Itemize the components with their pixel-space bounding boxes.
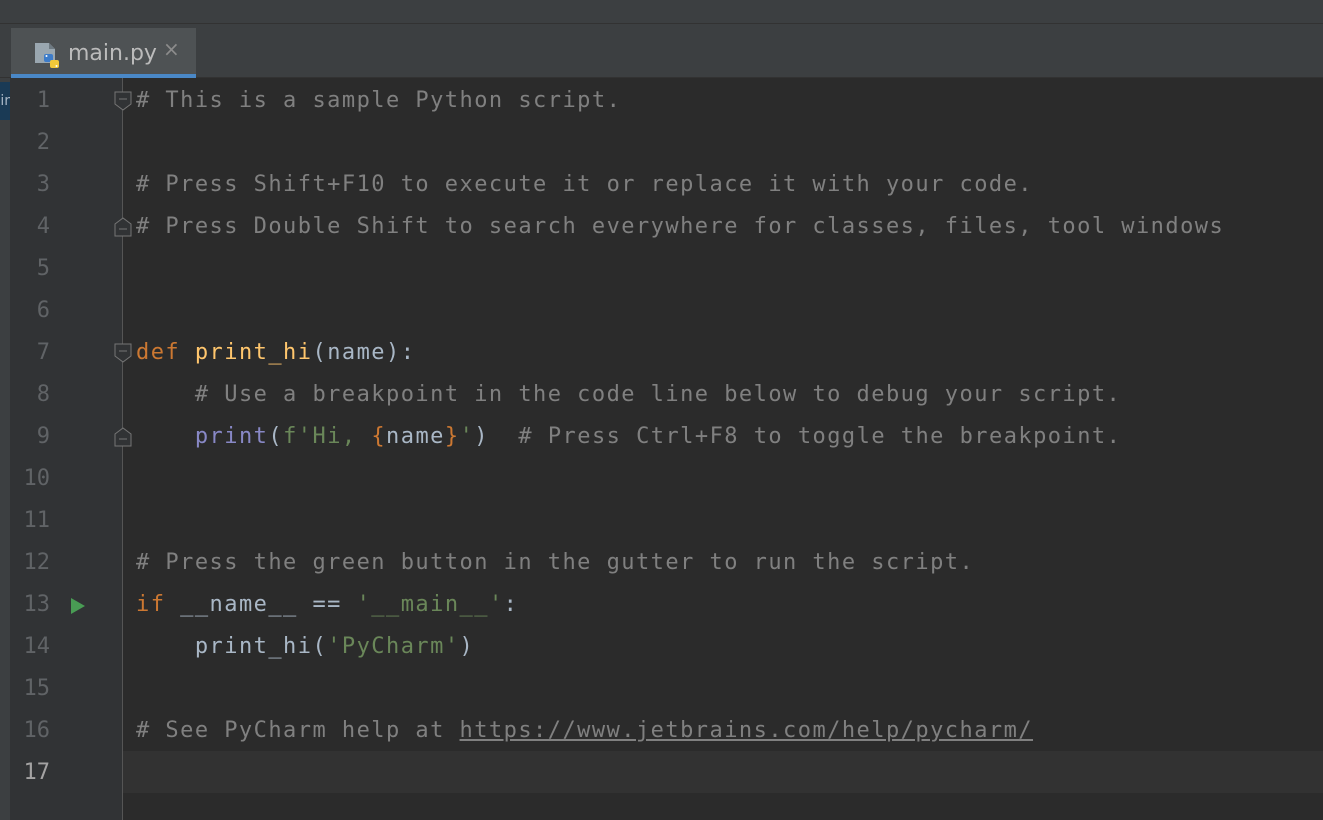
code-line-13[interactable]: 13 if __name__ == '__main__':	[0, 584, 1323, 626]
line-number: 1	[36, 88, 50, 113]
close-icon[interactable]: ×	[163, 37, 180, 61]
builtin-print: print	[194, 424, 269, 449]
line-number-current: 17	[23, 760, 51, 785]
code-line-5[interactable]: 5	[0, 248, 1323, 290]
paren-open: (	[268, 424, 284, 449]
comment-text: # Press Ctrl+F8 to toggle the breakpoint…	[518, 424, 1122, 449]
comment-text: # Use a breakpoint in the code line belo…	[194, 382, 1122, 407]
line-number: 15	[23, 676, 51, 701]
brace-close: }	[444, 424, 460, 449]
paren-close: )	[474, 424, 519, 449]
paren-close: )	[459, 634, 475, 659]
colon: :	[503, 592, 519, 617]
code-line-14[interactable]: 14 print_hi('PyCharm')	[0, 626, 1323, 668]
string-literal: '__main__'	[356, 592, 504, 617]
code-line-3[interactable]: 3 # Press Shift+F10 to execute it or rep…	[0, 164, 1323, 206]
comment-text: # Press Shift+F10 to execute it or repla…	[136, 172, 1034, 197]
fstring-end: '	[459, 424, 475, 449]
code-text: print_hi('PyCharm')	[136, 626, 474, 668]
code-line-2[interactable]: 2	[0, 122, 1323, 164]
tab-label: main.py	[68, 41, 157, 66]
code-text: # This is a sample Python script.	[136, 80, 621, 122]
comment-text: # Press Double Shift to search everywher…	[136, 214, 1225, 239]
line-number: 6	[36, 298, 50, 323]
line-number: 16	[23, 718, 51, 743]
code-line-15[interactable]: 15	[0, 668, 1323, 710]
fold-end-icon[interactable]	[114, 217, 132, 237]
code-line-4[interactable]: 4 # Press Double Shift to search everywh…	[0, 206, 1323, 248]
comment-text: # This is a sample Python script.	[136, 88, 622, 113]
line-number: 11	[23, 508, 51, 533]
keyword-def: def	[136, 340, 195, 365]
editor-tab-bar: main.py ×	[0, 24, 1323, 78]
code-text: # Press Shift+F10 to execute it or repla…	[136, 164, 1033, 206]
line-number: 13	[23, 592, 51, 617]
line-number: 3	[36, 172, 50, 197]
title-bar	[0, 0, 1323, 24]
code-text: # Press the green button in the gutter t…	[136, 542, 974, 584]
line-number: 12	[23, 550, 51, 575]
line-number: 8	[36, 382, 50, 407]
code-editor[interactable]: 1 # This is a sample Python script. 2 3 …	[0, 80, 1323, 794]
string-literal: 'PyCharm'	[327, 634, 460, 659]
function-call: print_hi(	[194, 634, 328, 659]
comment-text: # See PyCharm help at	[136, 718, 460, 743]
python-file-icon	[35, 43, 59, 68]
code-line-1[interactable]: 1 # This is a sample Python script.	[0, 80, 1323, 122]
fstring-var: name	[386, 424, 445, 449]
code-line-12[interactable]: 12 # Press the green button in the gutte…	[0, 542, 1323, 584]
line-number: 10	[23, 466, 51, 491]
code-line-6[interactable]: 6	[0, 290, 1323, 332]
code-line-16[interactable]: 16 # See PyCharm help at https://www.jet…	[0, 710, 1323, 752]
code-text: # Press Double Shift to search everywher…	[136, 206, 1224, 248]
line-number: 7	[36, 340, 50, 365]
line-number: 9	[36, 424, 50, 449]
code-text: print(f'Hi, {name}') # Press Ctrl+F8 to …	[136, 416, 1121, 458]
code-text: # See PyCharm help at https://www.jetbra…	[136, 710, 1033, 752]
function-name: print_hi	[194, 340, 313, 365]
code-text: def print_hi(name):	[136, 332, 415, 374]
code-text: if __name__ == '__main__':	[136, 584, 518, 626]
code-line-10[interactable]: 10	[0, 458, 1323, 500]
code-line-17[interactable]: 17	[0, 752, 1323, 794]
line-number: 4	[36, 214, 50, 239]
code-line-7[interactable]: 7 def print_hi(name):	[0, 332, 1323, 374]
code-line-8[interactable]: 8 # Use a breakpoint in the code line be…	[0, 374, 1323, 416]
fold-end-icon[interactable]	[114, 427, 132, 447]
line-number: 2	[36, 130, 50, 155]
code-line-9[interactable]: 9 print(f'Hi, {name}') # Press Ctrl+F8 t…	[0, 416, 1323, 458]
keyword-if: if	[136, 592, 181, 617]
code-text: # Use a breakpoint in the code line belo…	[136, 374, 1121, 416]
run-icon[interactable]	[70, 597, 86, 615]
line-number: 14	[23, 634, 51, 659]
condition-text: __name__ ==	[180, 592, 357, 617]
fold-start-icon[interactable]	[114, 343, 132, 363]
tab-main-py[interactable]: main.py ×	[11, 28, 196, 78]
comment-text: # Press the green button in the gutter t…	[136, 550, 975, 575]
fstring-start: f'Hi,	[283, 424, 372, 449]
fold-start-icon[interactable]	[114, 91, 132, 111]
brace-open: {	[371, 424, 387, 449]
function-params: (name):	[312, 340, 416, 365]
line-number: 5	[36, 256, 50, 281]
help-link[interactable]: https://www.jetbrains.com/help/pycharm/	[460, 718, 1034, 743]
code-line-11[interactable]: 11	[0, 500, 1323, 542]
